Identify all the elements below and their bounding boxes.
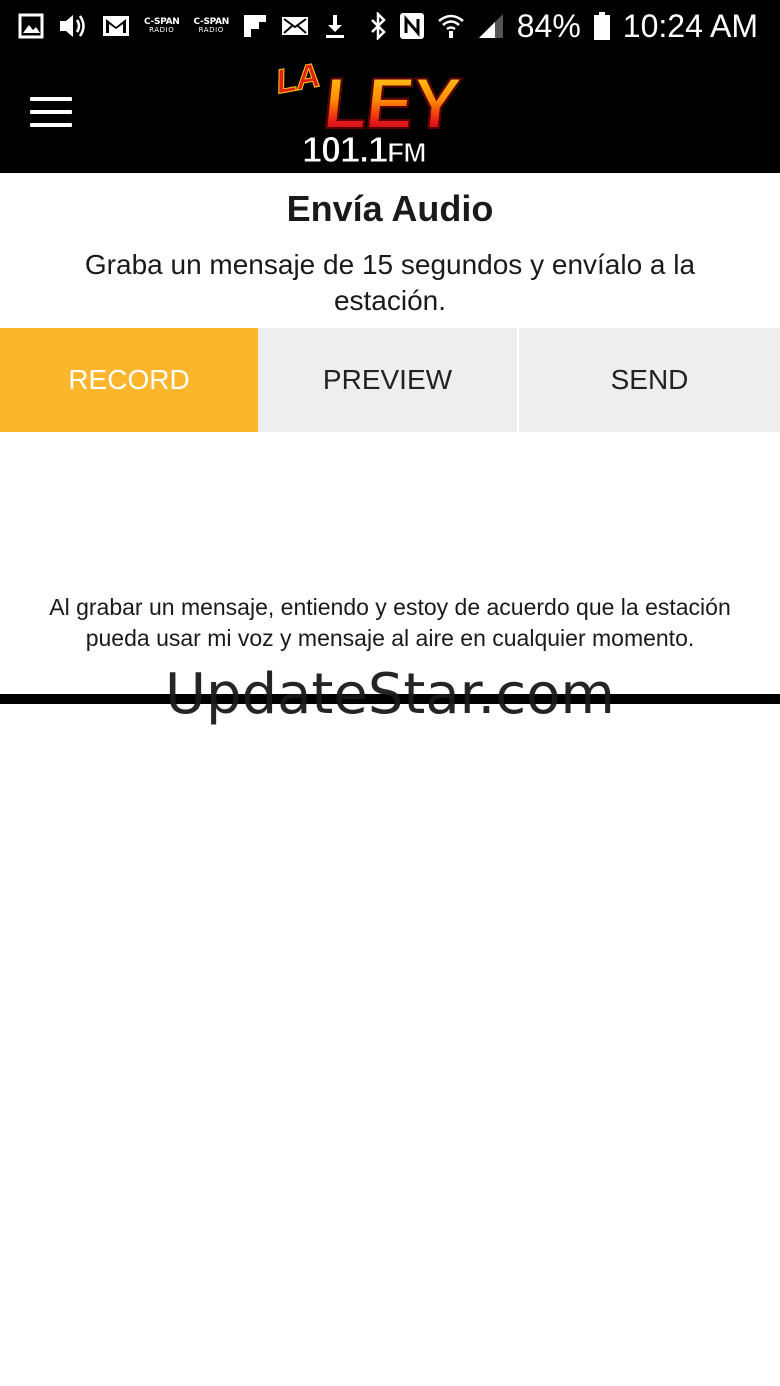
logo-la-text: LA bbox=[272, 56, 323, 102]
hamburger-menu-icon[interactable] bbox=[28, 92, 74, 132]
consent-disclaimer: Al grabar un mensaje, entiendo y estoy d… bbox=[49, 594, 731, 651]
menu-line bbox=[30, 110, 72, 114]
download-icon bbox=[323, 13, 347, 39]
signal-icon bbox=[477, 12, 505, 40]
app-bar: LA LEY 101.1FM bbox=[0, 52, 780, 173]
cspan-radio-icon: C-SPAN RADIO bbox=[144, 17, 180, 34]
mail-icon bbox=[281, 15, 309, 37]
nfc-icon bbox=[399, 12, 425, 40]
image-icon bbox=[18, 13, 44, 39]
wifi-icon bbox=[437, 12, 465, 40]
gmail-icon bbox=[102, 15, 130, 37]
menu-line bbox=[30, 123, 72, 127]
page-subtitle: Graba un mensaje de 15 segundos y envíal… bbox=[84, 249, 696, 316]
watermark: UpdateStar.com bbox=[165, 662, 615, 727]
volume-icon bbox=[58, 12, 88, 40]
status-bar: C-SPAN RADIO C-SPAN RADIO 84% 10:24 AM bbox=[0, 0, 780, 52]
logo-frequency-number: 101.1 bbox=[301, 129, 388, 170]
clock: 10:24 AM bbox=[622, 7, 758, 44]
system-status: 84% 10:24 AM bbox=[369, 8, 780, 45]
page-title: Envía Audio bbox=[286, 188, 494, 229]
flipboard-icon bbox=[243, 14, 267, 38]
logo-band: FM bbox=[387, 137, 427, 168]
cspan-radio-icon: C-SPAN RADIO bbox=[193, 17, 230, 34]
station-logo: LA LEY 101.1FM bbox=[272, 56, 508, 172]
tab-record[interactable]: RECORD bbox=[0, 328, 258, 432]
tab-send[interactable]: SEND bbox=[519, 328, 780, 432]
tab-preview[interactable]: PREVIEW bbox=[258, 328, 519, 432]
battery-icon bbox=[593, 11, 611, 41]
bluetooth-icon bbox=[369, 12, 387, 40]
battery-percentage: 84% bbox=[516, 7, 581, 44]
logo-frequency: 101.1FM bbox=[301, 129, 427, 170]
notification-icons: C-SPAN RADIO C-SPAN RADIO bbox=[0, 12, 347, 40]
menu-line bbox=[30, 97, 72, 101]
audio-tabs: RECORD PREVIEW SEND bbox=[0, 328, 780, 432]
